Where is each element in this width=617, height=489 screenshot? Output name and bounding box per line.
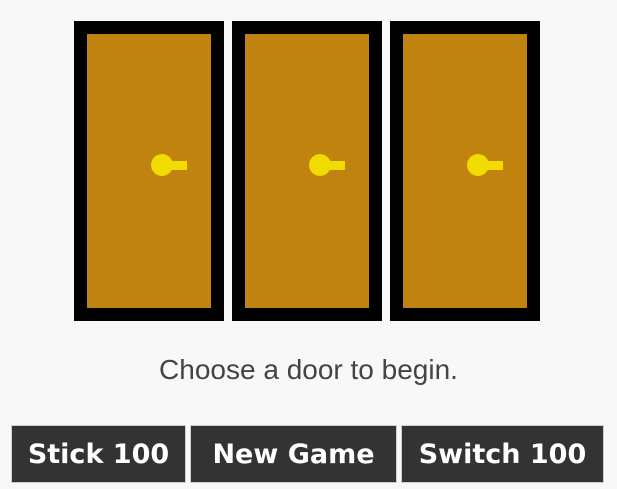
door-panel: [245, 34, 369, 308]
status-message: Choose a door to begin.: [159, 354, 458, 385]
door-knob-icon: [309, 154, 331, 176]
door-knob-icon: [467, 154, 489, 176]
game-stage: Choose a door to begin. Stick 100 New Ga…: [0, 0, 617, 489]
door-panel: [87, 34, 211, 308]
door-knob-icon: [151, 154, 173, 176]
switch-button[interactable]: Switch 100: [401, 425, 604, 483]
stick-button[interactable]: Stick 100: [11, 425, 186, 483]
door-panel: [403, 34, 527, 308]
door-1[interactable]: [74, 21, 224, 321]
new-game-button[interactable]: New Game: [190, 425, 397, 483]
door-3[interactable]: [390, 21, 540, 321]
door-2[interactable]: [232, 21, 382, 321]
